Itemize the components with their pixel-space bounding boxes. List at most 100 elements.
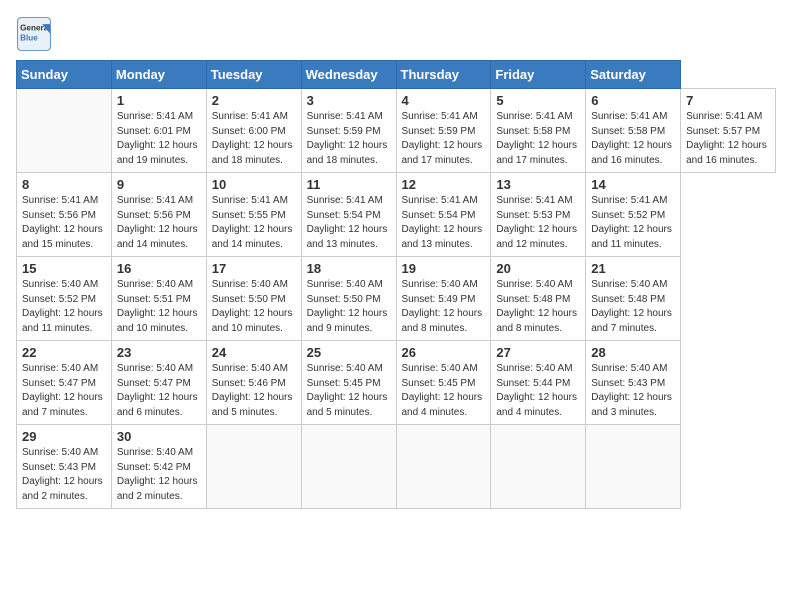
day-number: 18 xyxy=(307,261,391,276)
day-info: Sunrise: 5:41 AM Sunset: 5:58 PM Dayligh… xyxy=(496,110,580,168)
calendar-day-cell: 12 Sunrise: 5:41 AM Sunset: 5:54 PM Dayl… xyxy=(396,173,491,257)
calendar-day-cell: 14 Sunrise: 5:41 AM Sunset: 5:52 PM Dayl… xyxy=(586,173,681,257)
calendar-day-cell: 28 Sunrise: 5:40 AM Sunset: 5:43 PM Dayl… xyxy=(586,341,681,425)
calendar-day-cell: 4 Sunrise: 5:41 AM Sunset: 5:59 PM Dayli… xyxy=(396,89,491,173)
day-info: Sunrise: 5:40 AM Sunset: 5:47 PM Dayligh… xyxy=(22,362,106,420)
weekday-header-row: SundayMondayTuesdayWednesdayThursdayFrid… xyxy=(17,61,776,89)
calendar-day-cell: 1 Sunrise: 5:41 AM Sunset: 6:01 PM Dayli… xyxy=(111,89,206,173)
day-info: Sunrise: 5:40 AM Sunset: 5:47 PM Dayligh… xyxy=(117,362,201,420)
day-number: 13 xyxy=(496,177,580,192)
day-info: Sunrise: 5:41 AM Sunset: 5:57 PM Dayligh… xyxy=(686,110,770,168)
day-number: 19 xyxy=(402,261,486,276)
calendar-day-cell: 15 Sunrise: 5:40 AM Sunset: 5:52 PM Dayl… xyxy=(17,257,112,341)
day-number: 14 xyxy=(591,177,675,192)
weekday-header-cell: Thursday xyxy=(396,61,491,89)
calendar-day-cell: 10 Sunrise: 5:41 AM Sunset: 5:55 PM Dayl… xyxy=(206,173,301,257)
day-number: 12 xyxy=(402,177,486,192)
weekday-header-cell: Friday xyxy=(491,61,586,89)
day-info: Sunrise: 5:40 AM Sunset: 5:46 PM Dayligh… xyxy=(212,362,296,420)
day-info: Sunrise: 5:40 AM Sunset: 5:50 PM Dayligh… xyxy=(212,278,296,336)
day-info: Sunrise: 5:41 AM Sunset: 5:54 PM Dayligh… xyxy=(307,194,391,252)
calendar-day-cell: 13 Sunrise: 5:41 AM Sunset: 5:53 PM Dayl… xyxy=(491,173,586,257)
logo-icon: General Blue xyxy=(16,16,52,52)
calendar-day-cell: 30 Sunrise: 5:40 AM Sunset: 5:42 PM Dayl… xyxy=(111,425,206,509)
calendar-day-cell: 20 Sunrise: 5:40 AM Sunset: 5:48 PM Dayl… xyxy=(491,257,586,341)
weekday-header-cell: Sunday xyxy=(17,61,112,89)
day-info: Sunrise: 5:40 AM Sunset: 5:43 PM Dayligh… xyxy=(591,362,675,420)
calendar-day-cell: 21 Sunrise: 5:40 AM Sunset: 5:48 PM Dayl… xyxy=(586,257,681,341)
calendar-day-cell: 7 Sunrise: 5:41 AM Sunset: 5:57 PM Dayli… xyxy=(681,89,776,173)
day-number: 6 xyxy=(591,93,675,108)
calendar-day-cell: 25 Sunrise: 5:40 AM Sunset: 5:45 PM Dayl… xyxy=(301,341,396,425)
day-number: 4 xyxy=(402,93,486,108)
day-number: 27 xyxy=(496,345,580,360)
weekday-header-cell: Wednesday xyxy=(301,61,396,89)
day-number: 25 xyxy=(307,345,391,360)
day-info: Sunrise: 5:41 AM Sunset: 5:55 PM Dayligh… xyxy=(212,194,296,252)
day-info: Sunrise: 5:40 AM Sunset: 5:52 PM Dayligh… xyxy=(22,278,106,336)
calendar-table: SundayMondayTuesdayWednesdayThursdayFrid… xyxy=(16,60,776,509)
day-info: Sunrise: 5:41 AM Sunset: 5:59 PM Dayligh… xyxy=(402,110,486,168)
day-number: 2 xyxy=(212,93,296,108)
calendar-day-cell: 6 Sunrise: 5:41 AM Sunset: 5:58 PM Dayli… xyxy=(586,89,681,173)
day-info: Sunrise: 5:41 AM Sunset: 5:58 PM Dayligh… xyxy=(591,110,675,168)
day-number: 3 xyxy=(307,93,391,108)
calendar-day-cell: 16 Sunrise: 5:40 AM Sunset: 5:51 PM Dayl… xyxy=(111,257,206,341)
calendar-week-row: 29 Sunrise: 5:40 AM Sunset: 5:43 PM Dayl… xyxy=(17,425,776,509)
calendar-week-row: 1 Sunrise: 5:41 AM Sunset: 6:01 PM Dayli… xyxy=(17,89,776,173)
day-number: 11 xyxy=(307,177,391,192)
page-header: General Blue xyxy=(16,16,776,52)
calendar-day-cell: 18 Sunrise: 5:40 AM Sunset: 5:50 PM Dayl… xyxy=(301,257,396,341)
day-info: Sunrise: 5:40 AM Sunset: 5:48 PM Dayligh… xyxy=(496,278,580,336)
day-info: Sunrise: 5:40 AM Sunset: 5:44 PM Dayligh… xyxy=(496,362,580,420)
day-info: Sunrise: 5:40 AM Sunset: 5:45 PM Dayligh… xyxy=(307,362,391,420)
day-number: 17 xyxy=(212,261,296,276)
calendar-week-row: 15 Sunrise: 5:40 AM Sunset: 5:52 PM Dayl… xyxy=(17,257,776,341)
day-number: 23 xyxy=(117,345,201,360)
calendar-day-cell: 5 Sunrise: 5:41 AM Sunset: 5:58 PM Dayli… xyxy=(491,89,586,173)
calendar-empty-cell xyxy=(586,425,681,509)
calendar-day-cell: 23 Sunrise: 5:40 AM Sunset: 5:47 PM Dayl… xyxy=(111,341,206,425)
day-info: Sunrise: 5:41 AM Sunset: 5:59 PM Dayligh… xyxy=(307,110,391,168)
day-info: Sunrise: 5:41 AM Sunset: 6:00 PM Dayligh… xyxy=(212,110,296,168)
day-number: 9 xyxy=(117,177,201,192)
day-info: Sunrise: 5:41 AM Sunset: 5:54 PM Dayligh… xyxy=(402,194,486,252)
day-number: 8 xyxy=(22,177,106,192)
calendar-week-row: 8 Sunrise: 5:41 AM Sunset: 5:56 PM Dayli… xyxy=(17,173,776,257)
calendar-week-row: 22 Sunrise: 5:40 AM Sunset: 5:47 PM Dayl… xyxy=(17,341,776,425)
calendar-day-cell: 26 Sunrise: 5:40 AM Sunset: 5:45 PM Dayl… xyxy=(396,341,491,425)
day-number: 20 xyxy=(496,261,580,276)
weekday-header-cell: Tuesday xyxy=(206,61,301,89)
day-number: 22 xyxy=(22,345,106,360)
day-info: Sunrise: 5:40 AM Sunset: 5:49 PM Dayligh… xyxy=(402,278,486,336)
calendar-empty-cell xyxy=(206,425,301,509)
calendar-day-cell: 22 Sunrise: 5:40 AM Sunset: 5:47 PM Dayl… xyxy=(17,341,112,425)
calendar-empty-cell xyxy=(301,425,396,509)
day-number: 15 xyxy=(22,261,106,276)
day-info: Sunrise: 5:41 AM Sunset: 5:56 PM Dayligh… xyxy=(117,194,201,252)
weekday-header-cell: Monday xyxy=(111,61,206,89)
day-number: 29 xyxy=(22,429,106,444)
day-info: Sunrise: 5:41 AM Sunset: 5:53 PM Dayligh… xyxy=(496,194,580,252)
day-info: Sunrise: 5:41 AM Sunset: 6:01 PM Dayligh… xyxy=(117,110,201,168)
calendar-body: 1 Sunrise: 5:41 AM Sunset: 6:01 PM Dayli… xyxy=(17,89,776,509)
day-info: Sunrise: 5:40 AM Sunset: 5:43 PM Dayligh… xyxy=(22,446,106,504)
day-info: Sunrise: 5:40 AM Sunset: 5:48 PM Dayligh… xyxy=(591,278,675,336)
calendar-day-cell: 8 Sunrise: 5:41 AM Sunset: 5:56 PM Dayli… xyxy=(17,173,112,257)
calendar-day-cell: 17 Sunrise: 5:40 AM Sunset: 5:50 PM Dayl… xyxy=(206,257,301,341)
calendar-day-cell: 29 Sunrise: 5:40 AM Sunset: 5:43 PM Dayl… xyxy=(17,425,112,509)
weekday-header-cell: Saturday xyxy=(586,61,681,89)
calendar-day-cell: 11 Sunrise: 5:41 AM Sunset: 5:54 PM Dayl… xyxy=(301,173,396,257)
calendar-day-cell: 2 Sunrise: 5:41 AM Sunset: 6:00 PM Dayli… xyxy=(206,89,301,173)
day-info: Sunrise: 5:41 AM Sunset: 5:56 PM Dayligh… xyxy=(22,194,106,252)
calendar-day-cell: 19 Sunrise: 5:40 AM Sunset: 5:49 PM Dayl… xyxy=(396,257,491,341)
calendar-empty-cell xyxy=(17,89,112,173)
calendar-empty-cell xyxy=(396,425,491,509)
day-number: 5 xyxy=(496,93,580,108)
day-info: Sunrise: 5:40 AM Sunset: 5:50 PM Dayligh… xyxy=(307,278,391,336)
logo: General Blue xyxy=(16,16,56,52)
day-number: 26 xyxy=(402,345,486,360)
day-number: 10 xyxy=(212,177,296,192)
day-info: Sunrise: 5:40 AM Sunset: 5:51 PM Dayligh… xyxy=(117,278,201,336)
day-number: 24 xyxy=(212,345,296,360)
